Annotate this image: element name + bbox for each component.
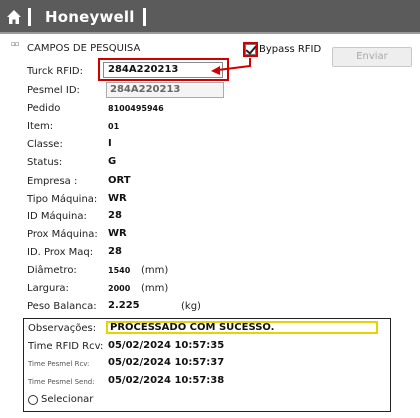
peso-balanca-value: 2.225 — [108, 300, 140, 311]
peso-balanca-unit: (kg) — [181, 301, 201, 312]
observacoes-label: Observações: — [28, 323, 97, 334]
id-prox-maq-value: 28 — [108, 246, 122, 257]
item-label: Item: — [27, 121, 54, 132]
empresa-label: Empresa : — [27, 176, 78, 187]
turck-rfid-input[interactable]: 284A220213 — [103, 62, 223, 78]
tipo-maquina-value: WR — [108, 193, 127, 204]
id-prox-maq-label: ID. Prox Maq: — [27, 247, 94, 258]
largura-unit: (mm) — [141, 283, 169, 294]
largura-value: 2000 — [108, 284, 131, 293]
status-message: PROCESSADO COM SUCESSO. — [106, 321, 378, 334]
collapse-icon[interactable]: ▫▫ — [11, 40, 19, 48]
time-rfid-rcv-label: Time RFID Rcv: — [28, 341, 104, 352]
diametro-label: Diâmetro: — [27, 265, 77, 276]
time-pesmel-rcv-value: 05/02/2024 10:57:37 — [108, 357, 225, 368]
pesmel-id-input[interactable]: 284A220213 — [106, 82, 224, 98]
turck-rfid-label: Turck RFID: — [27, 66, 84, 77]
home-icon[interactable] — [6, 9, 22, 25]
classe-label: Classe: — [27, 139, 63, 150]
selecionar-radio[interactable] — [28, 395, 38, 405]
time-pesmel-send-label: Time Pesmel Send: — [28, 378, 95, 386]
prox-maquina-value: WR — [108, 228, 127, 239]
pedido-label: Pedido — [27, 103, 61, 114]
empresa-value: ORT — [108, 175, 131, 186]
pesmel-id-label: Pesmel ID: — [27, 85, 80, 96]
header-divider — [28, 8, 31, 26]
status-value: G — [108, 156, 117, 167]
id-maquina-value: 28 — [108, 210, 122, 221]
classe-value: I — [108, 138, 112, 149]
section-title: CAMPOS DE PESQUISA — [27, 43, 141, 54]
status-label: Status: — [27, 157, 63, 168]
header-divider — [143, 8, 146, 26]
selecionar-label[interactable]: Selecionar — [41, 394, 93, 405]
bypass-rfid-checkbox[interactable] — [245, 44, 256, 55]
diametro-unit: (mm) — [141, 265, 169, 276]
time-pesmel-rcv-label: Time Pesmel Rcv: — [28, 360, 90, 368]
item-value: 01 — [108, 122, 120, 131]
brand-title: Honeywell — [45, 8, 135, 26]
bypass-rfid-label: Bypass RFID — [259, 44, 322, 55]
top-bar: Honeywell — [0, 0, 420, 34]
tipo-maquina-label: Tipo Máquina: — [27, 194, 98, 205]
bypass-checkbox-highlight — [243, 42, 258, 57]
peso-balanca-label: Peso Balanca: — [27, 301, 97, 312]
diametro-value: 1540 — [108, 266, 131, 275]
prox-maquina-label: Prox Máquina: — [27, 229, 98, 240]
time-rfid-rcv-value: 05/02/2024 10:57:35 — [108, 340, 225, 351]
enviar-button[interactable]: Enviar — [332, 47, 412, 67]
bypass-rfid-toggle[interactable]: Bypass RFID — [243, 42, 321, 57]
time-pesmel-send-value: 05/02/2024 10:57:38 — [108, 375, 225, 386]
id-maquina-label: ID Máquina: — [27, 211, 87, 222]
largura-label: Largura: — [27, 283, 69, 294]
pedido-value: 8100495946 — [108, 104, 164, 113]
